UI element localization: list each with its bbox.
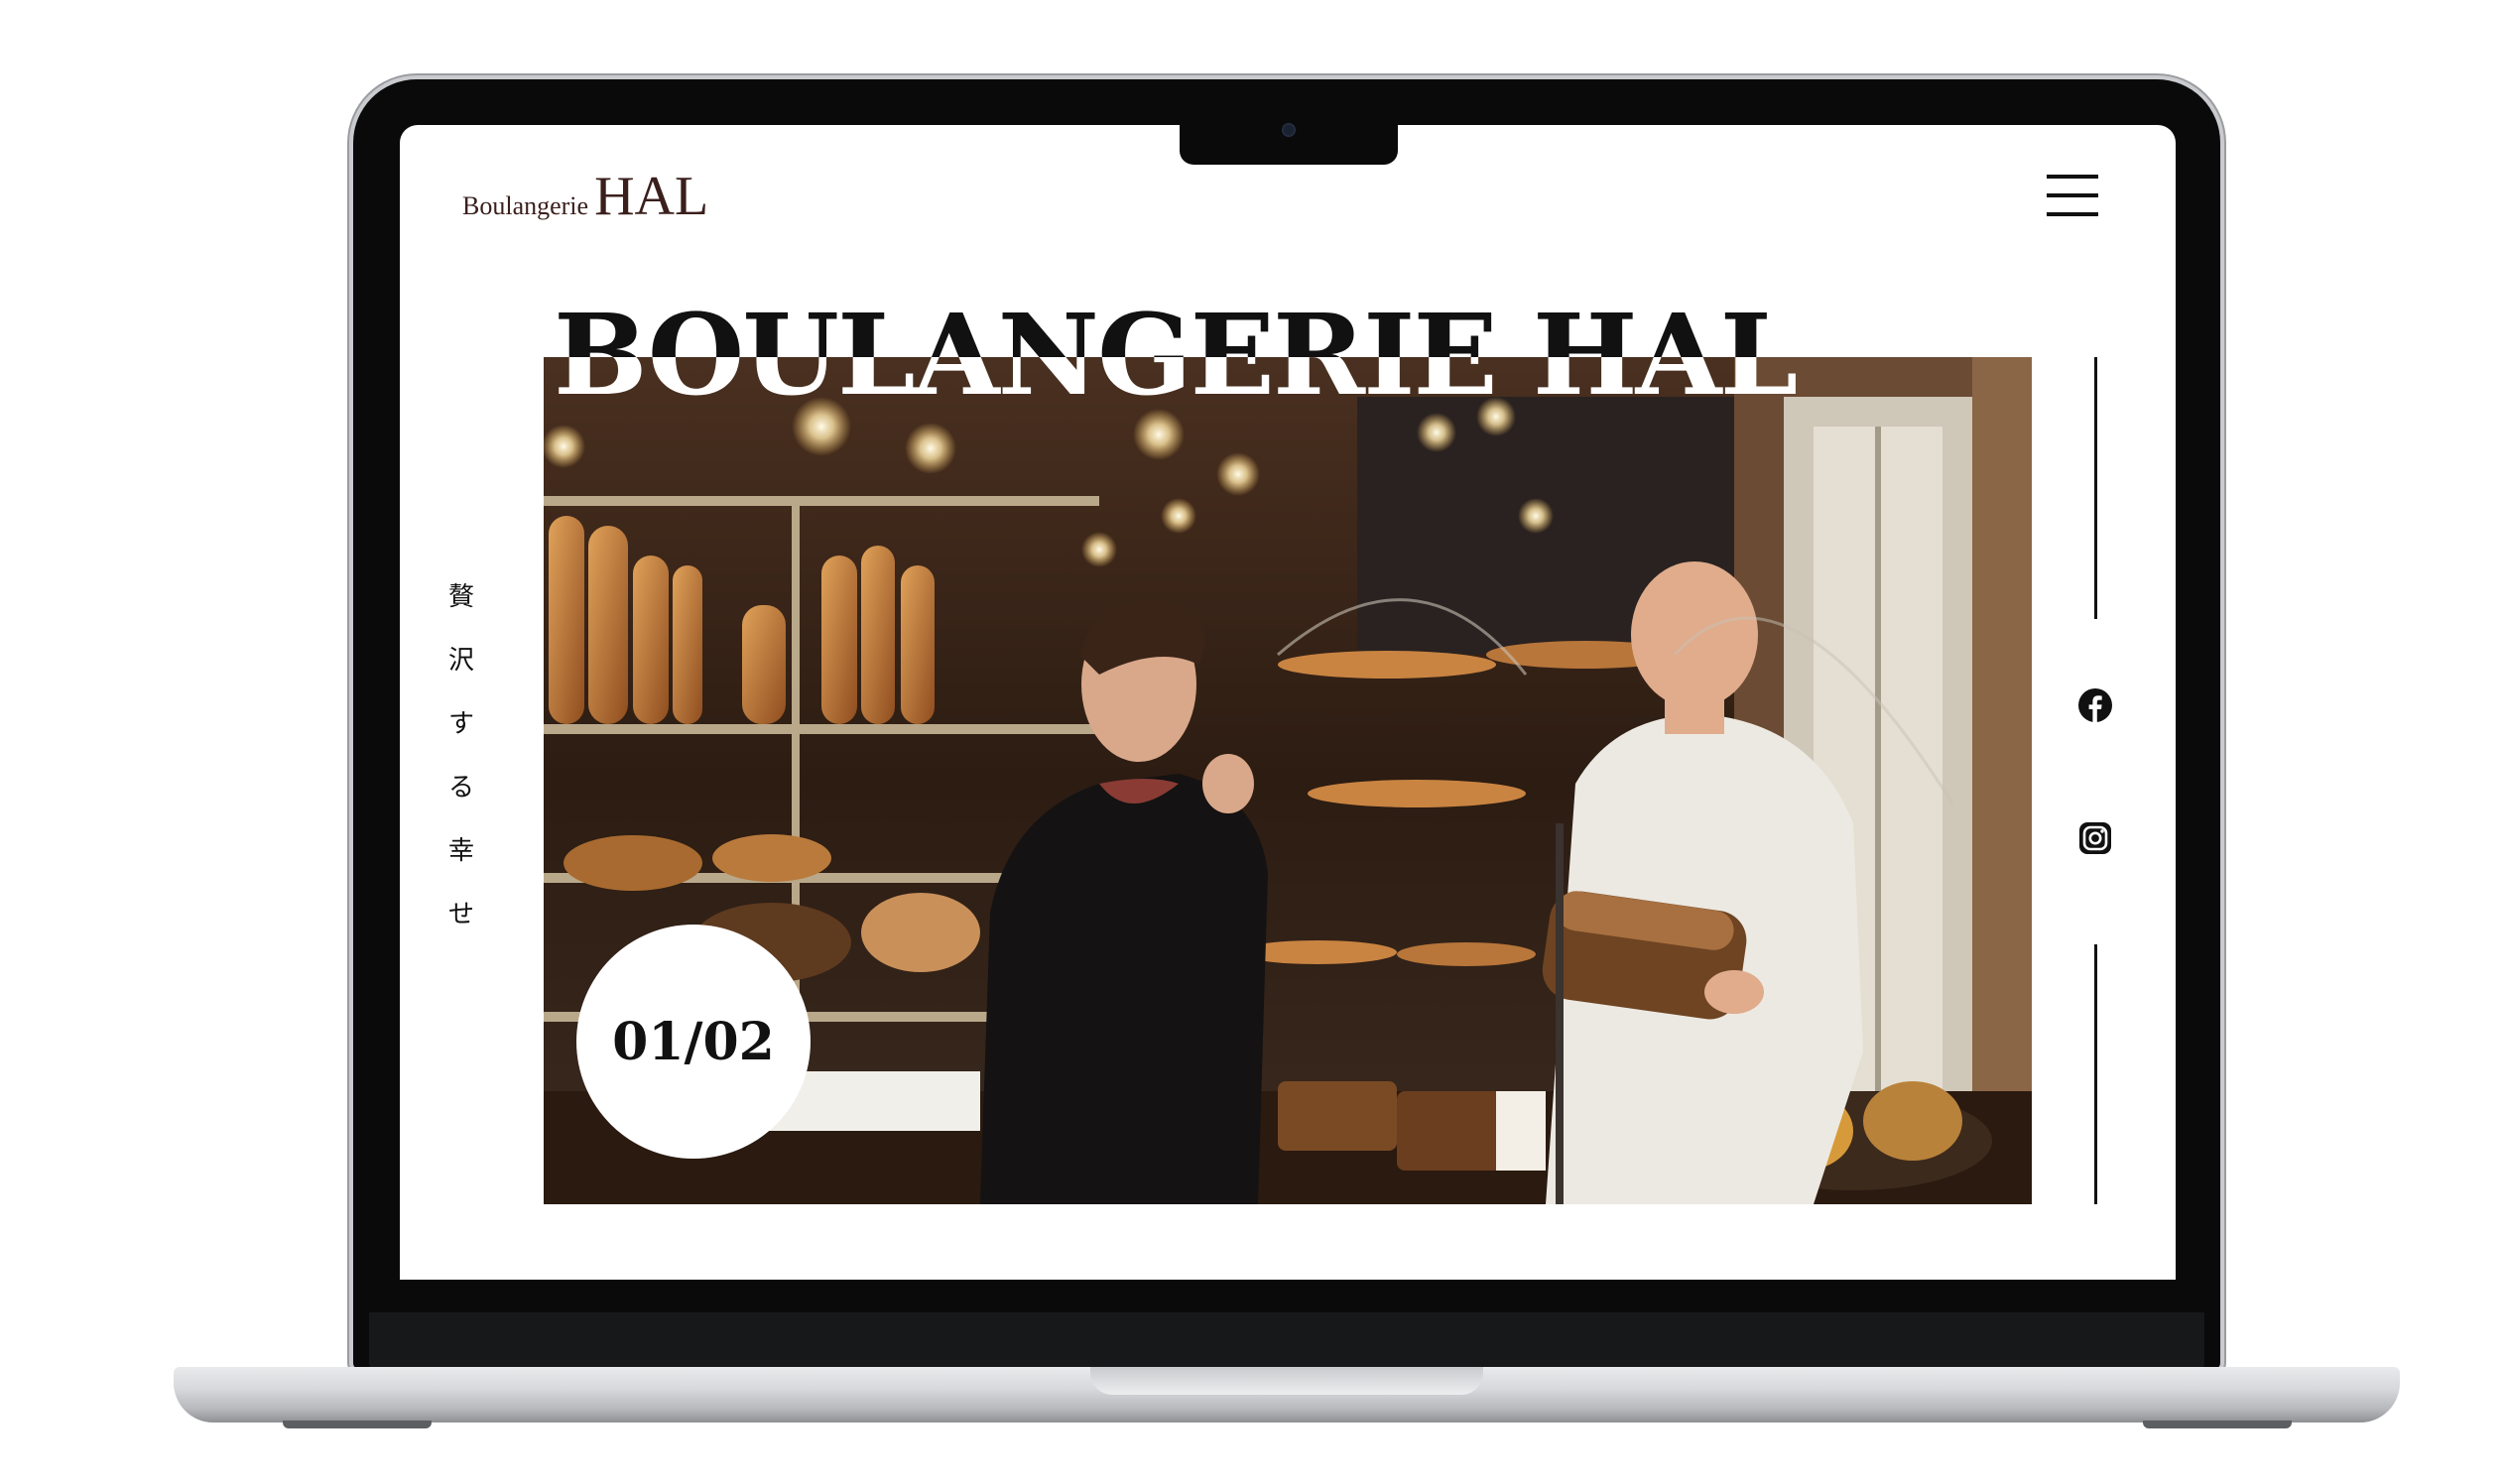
side-divider-bottom bbox=[2094, 944, 2097, 1204]
instagram-icon[interactable] bbox=[2078, 821, 2112, 855]
slide-counter: 01/02 bbox=[576, 925, 811, 1159]
tagline-char: せ bbox=[447, 900, 474, 929]
tagline-char: る bbox=[447, 773, 474, 803]
laptop-foot-right bbox=[2143, 1421, 2292, 1428]
menu-bar bbox=[2047, 175, 2098, 179]
site-logo[interactable]: Boulangerie HAL bbox=[462, 165, 708, 228]
hamburger-menu-icon[interactable] bbox=[2047, 175, 2098, 216]
tagline-char: 幸 bbox=[447, 836, 474, 866]
tagline-char: す bbox=[447, 709, 474, 739]
tagline-char: 贅 bbox=[447, 582, 474, 612]
hero-title: BOULANGERIE HAL bbox=[554, 291, 1798, 421]
facebook-icon[interactable] bbox=[2078, 688, 2112, 722]
laptop-lid-chin bbox=[369, 1312, 2204, 1368]
menu-bar bbox=[2047, 193, 2098, 197]
tagline-char: 沢 bbox=[447, 646, 474, 676]
logo-big-text: HAL bbox=[594, 166, 709, 227]
camera-notch bbox=[1180, 117, 1398, 165]
side-divider-top bbox=[2094, 357, 2097, 619]
laptop-base bbox=[174, 1367, 2400, 1422]
logo-small-text: Boulangerie bbox=[462, 191, 589, 220]
website-screen: Boulangerie HAL 贅 沢 す る 幸 せ BOULANGERIE … bbox=[400, 125, 2176, 1280]
menu-bar bbox=[2047, 212, 2098, 216]
vertical-tagline: 贅 沢 す る 幸 せ bbox=[445, 565, 477, 962]
camera-icon bbox=[1282, 123, 1296, 137]
laptop-foot-left bbox=[283, 1421, 432, 1428]
laptop-base-notch bbox=[1090, 1367, 1483, 1395]
